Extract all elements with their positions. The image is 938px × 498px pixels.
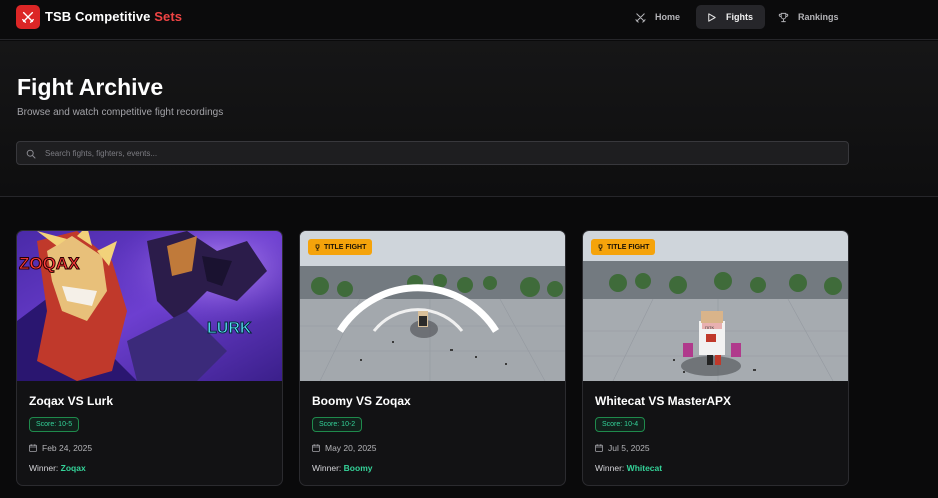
- fight-thumbnail[interactable]: ZOQAX LURK: [17, 231, 282, 381]
- winner-name: Boomy: [343, 463, 373, 473]
- page-subtitle: Browse and watch competitive fight recor…: [17, 107, 224, 118]
- art-text-right: LURK: [207, 320, 252, 337]
- nav-link-home[interactable]: Home: [625, 5, 690, 29]
- top-nav: TSB Competitive Sets Home Fights Ranking…: [0, 0, 938, 40]
- anime-artwork-image: ZOQAX LURK: [17, 231, 282, 381]
- winner-line: Winner: Zoqax: [29, 463, 86, 473]
- fight-date: Jul 5, 2025: [595, 443, 650, 453]
- svg-text:ΠΙΤΚ: ΠΙΤΚ: [705, 325, 714, 330]
- search-bar[interactable]: [16, 141, 849, 165]
- hero-section: Fight Archive Browse and watch competiti…: [0, 41, 938, 197]
- calendar-icon: [595, 444, 603, 452]
- fight-date: May 20, 2025: [312, 443, 377, 453]
- winner-name: Whitecat: [626, 463, 663, 473]
- calendar-icon: [29, 444, 37, 452]
- fight-title[interactable]: Whitecat VS MasterAPX: [595, 394, 731, 408]
- logo-swords-icon[interactable]: [16, 5, 40, 29]
- winner-line: Winner: Whitecat: [595, 463, 663, 473]
- score-badge: Score: 10-4: [595, 417, 646, 432]
- fight-card[interactable]: ZOQAX LURK Zoqax VS Lurk Score: 10-5 Feb…: [16, 230, 283, 486]
- fight-date: Feb 24, 2025: [29, 443, 92, 453]
- fight-card[interactable]: TITLE FIGHT Boomy VS Zoqax Score: 10-2 M…: [299, 230, 566, 486]
- swords-icon: [635, 12, 646, 23]
- trophy-icon: [598, 243, 603, 251]
- play-icon: [708, 12, 716, 22]
- page-title: Fight Archive: [17, 74, 164, 100]
- search-icon: [26, 149, 36, 159]
- trophy-icon: [778, 12, 789, 22]
- calendar-icon: [312, 444, 320, 452]
- score-badge: Score: 10-5: [29, 417, 80, 432]
- fight-card[interactable]: ΠΙΤΚ TITLE FIGHT Whitecat VS MasterAPX S…: [582, 230, 849, 486]
- nav-link-rankings[interactable]: Rankings: [768, 5, 849, 29]
- fight-thumbnail[interactable]: ΠΙΤΚ TITLE FIGHT: [583, 231, 848, 381]
- winner-name: Zoqax: [60, 463, 86, 473]
- search-input[interactable]: [45, 142, 835, 164]
- score-badge: Score: 10-2: [312, 417, 363, 432]
- winner-line: Winner: Boomy: [312, 463, 373, 473]
- fight-title[interactable]: Boomy VS Zoqax: [312, 394, 411, 408]
- nav-link-fights[interactable]: Fights: [696, 5, 765, 29]
- art-text-left: ZOQAX: [19, 254, 80, 273]
- fight-thumbnail[interactable]: TITLE FIGHT: [300, 231, 565, 381]
- brand-title[interactable]: TSB Competitive Sets: [45, 9, 182, 24]
- title-fight-badge: TITLE FIGHT: [591, 239, 656, 255]
- trophy-icon: [315, 243, 320, 251]
- title-fight-badge: TITLE FIGHT: [308, 239, 373, 255]
- fight-title[interactable]: Zoqax VS Lurk: [29, 394, 113, 408]
